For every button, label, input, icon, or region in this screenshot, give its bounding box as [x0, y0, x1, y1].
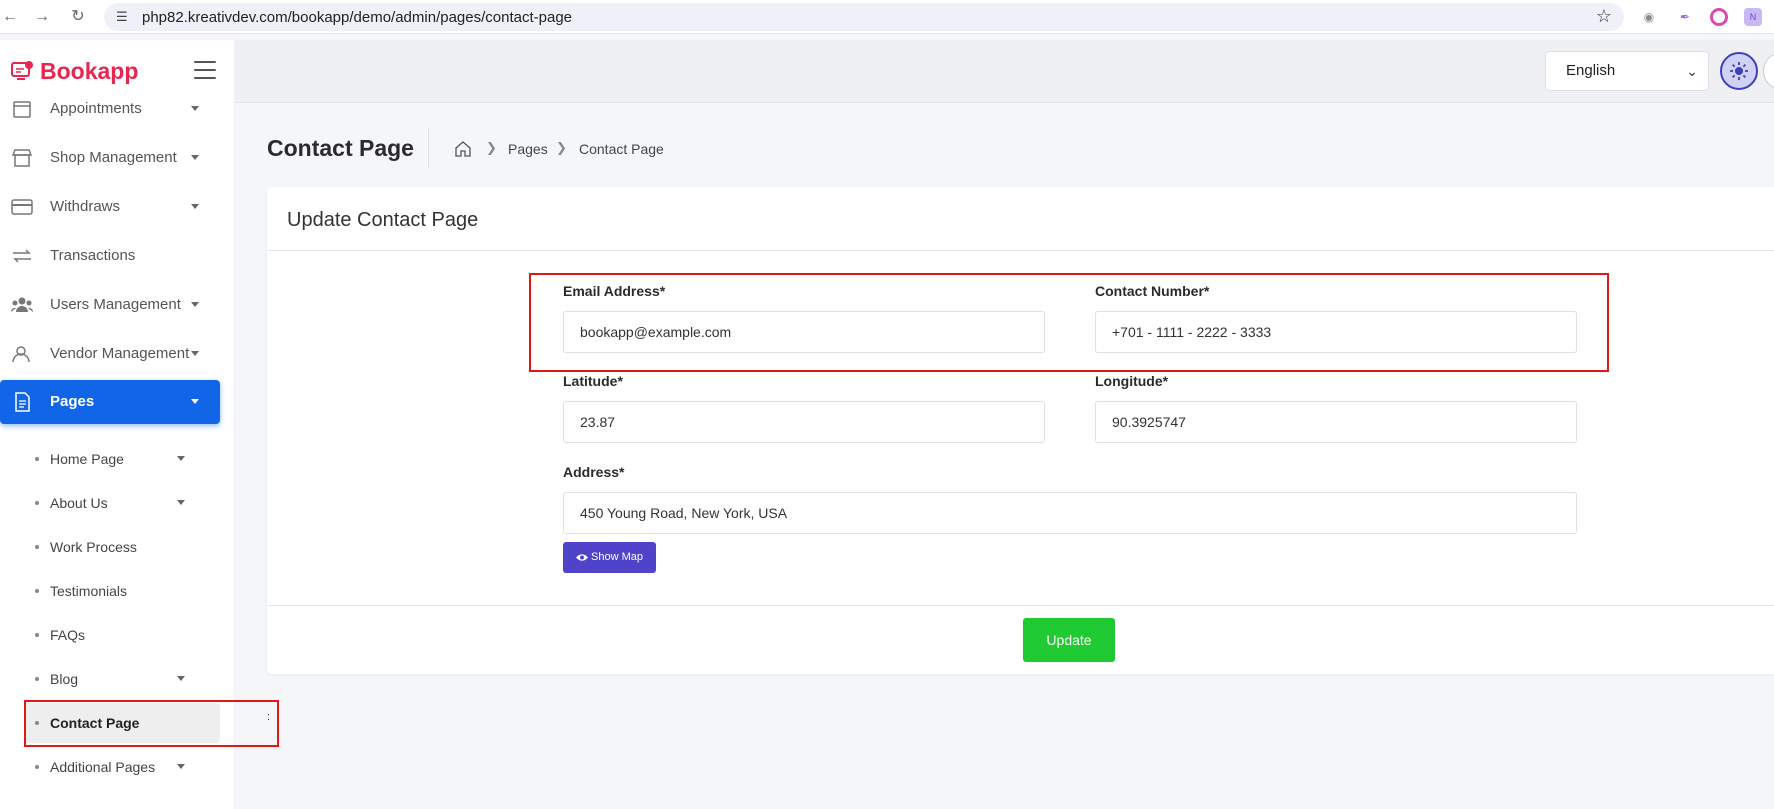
- sidebar-item-label: Withdraws: [50, 198, 121, 215]
- latitude-field[interactable]: [563, 401, 1045, 443]
- vendor-icon: [12, 346, 30, 363]
- sidebar-item-pages[interactable]: Pages: [0, 380, 220, 424]
- sidebar-subitem-label: Home Page: [50, 451, 124, 467]
- user-avatar-button[interactable]: [1763, 52, 1774, 90]
- sidebar-item-transactions[interactable]: Transactions: [0, 234, 220, 278]
- chevron-down-icon: [191, 204, 199, 209]
- card-footer: Update: [267, 605, 1774, 674]
- eye-icon: [576, 553, 588, 561]
- sidebar-item-withdraws[interactable]: Withdraws: [0, 185, 220, 229]
- sidebar-item-users-management[interactable]: Users Management: [0, 283, 220, 327]
- sidebar-subitem-about-us[interactable]: About Us: [24, 483, 220, 523]
- language-value: English: [1566, 62, 1616, 79]
- sidebar-subitem-work-process[interactable]: Work Process: [24, 527, 220, 567]
- chevron-down-icon: [177, 764, 185, 769]
- update-contact-card: Update Contact Page Email Address* Conta…: [267, 187, 1774, 674]
- menu-toggle-icon[interactable]: [194, 61, 216, 79]
- longitude-label: Longitude*: [1095, 373, 1169, 389]
- store-icon: [11, 149, 33, 167]
- breadcrumb-item-pages[interactable]: Pages: [508, 141, 548, 157]
- sidebar-subitem-home-page[interactable]: Home Page: [24, 439, 220, 479]
- sidebar-subitem-faqs[interactable]: FAQs: [24, 615, 220, 655]
- card-header: Update Contact Page: [267, 187, 1774, 251]
- breadcrumb-item-contact-page: Contact Page: [579, 141, 664, 157]
- sidebar-item-appointments[interactable]: Appointments: [0, 87, 220, 131]
- divider: [428, 128, 429, 168]
- sidebar-item-label: Transactions: [50, 247, 136, 264]
- document-icon: [15, 392, 30, 412]
- sidebar-subitem-label: FAQs: [50, 627, 86, 643]
- theme-toggle-button[interactable]: [1720, 52, 1758, 90]
- sidebar-item-shop-management[interactable]: Shop Management: [0, 136, 220, 180]
- users-icon: [11, 297, 33, 312]
- language-select[interactable]: English ⌄: [1545, 51, 1709, 91]
- chevron-right-icon: ❯: [486, 140, 497, 155]
- calendar-icon: [13, 101, 31, 118]
- sidebar-subitem-label: Blog: [50, 671, 79, 687]
- chevron-down-icon: [191, 302, 199, 307]
- latitude-label: Latitude*: [563, 373, 623, 389]
- back-arrow-icon[interactable]: ←: [0, 7, 20, 27]
- address-bar[interactable]: ☰ php82.kreativdev.com/bookapp/demo/admi…: [104, 3, 1624, 31]
- sidebar-item-label: Pages: [50, 393, 95, 410]
- highlight-box-contact-fields: [529, 273, 1609, 372]
- reload-icon[interactable]: ↻: [68, 7, 88, 27]
- sidebar-subitem-label: Additional Pages: [50, 759, 156, 775]
- update-button[interactable]: Update: [1023, 618, 1115, 662]
- chevron-down-icon: [191, 399, 199, 404]
- browser-toolbar: ← → ↻ ☰ php82.kreativdev.com/bookapp/dem…: [0, 0, 1774, 34]
- sidebar-item-vendor-management[interactable]: Vendor Management: [0, 332, 220, 376]
- show-map-label: Show Map: [591, 551, 643, 563]
- profile-extension-icon[interactable]: N: [1744, 8, 1762, 26]
- sidebar: Bookapp Appointments Shop Management Wit…: [0, 40, 235, 809]
- home-icon[interactable]: [454, 140, 472, 158]
- site-settings-icon[interactable]: ☰: [116, 9, 128, 25]
- page-title: Contact Page: [267, 135, 414, 161]
- transfer-icon: [13, 249, 31, 263]
- sidebar-item-label: Appointments: [50, 100, 142, 117]
- sidebar-subitem-label: About Us: [50, 495, 108, 511]
- stray-mark: :: [267, 711, 271, 723]
- chevron-right-icon: ❯: [556, 140, 567, 155]
- chevron-down-icon: ⌄: [1686, 63, 1698, 79]
- chevron-down-icon: [177, 676, 185, 681]
- chevron-down-icon: [191, 155, 199, 160]
- card-title: Update Contact Page: [287, 209, 479, 231]
- forward-arrow-icon[interactable]: →: [32, 7, 52, 27]
- sidebar-subitem-label: Testimonials: [50, 583, 128, 599]
- credit-card-icon: [11, 199, 33, 215]
- url-text: php82.kreativdev.com/bookapp/demo/admin/…: [142, 9, 572, 26]
- address-field[interactable]: [563, 492, 1577, 534]
- chevron-down-icon: [177, 456, 185, 461]
- pen-extension-icon[interactable]: ✒: [1676, 8, 1694, 26]
- bookmark-star-icon[interactable]: ☆: [1596, 6, 1612, 27]
- longitude-field[interactable]: [1095, 401, 1577, 443]
- sidebar-item-label: Users Management: [50, 296, 181, 313]
- top-bar: English ⌄: [235, 40, 1774, 103]
- show-map-button[interactable]: Show Map: [563, 542, 656, 573]
- sidebar-subitem-label: Work Process: [50, 539, 137, 555]
- color-extension-icon[interactable]: [1710, 8, 1728, 26]
- highlight-box-contact-page-menu: [24, 700, 279, 747]
- sidebar-subitem-blog[interactable]: Blog: [24, 659, 220, 699]
- brand-name[interactable]: Bookapp: [40, 58, 138, 85]
- address-label: Address*: [563, 464, 625, 480]
- chevron-down-icon: [191, 106, 199, 111]
- camera-icon[interactable]: ◉: [1640, 8, 1658, 26]
- sidebar-subitem-additional-pages[interactable]: Additional Pages: [24, 747, 220, 787]
- sidebar-subitem-testimonials[interactable]: Testimonials: [24, 571, 220, 611]
- sidebar-item-label: Shop Management: [50, 149, 177, 166]
- chevron-down-icon: [191, 351, 199, 356]
- sidebar-item-label: Vendor Management: [50, 345, 190, 362]
- logo-icon[interactable]: [10, 59, 34, 83]
- sun-icon: [1730, 62, 1748, 80]
- chevron-down-icon: [177, 500, 185, 505]
